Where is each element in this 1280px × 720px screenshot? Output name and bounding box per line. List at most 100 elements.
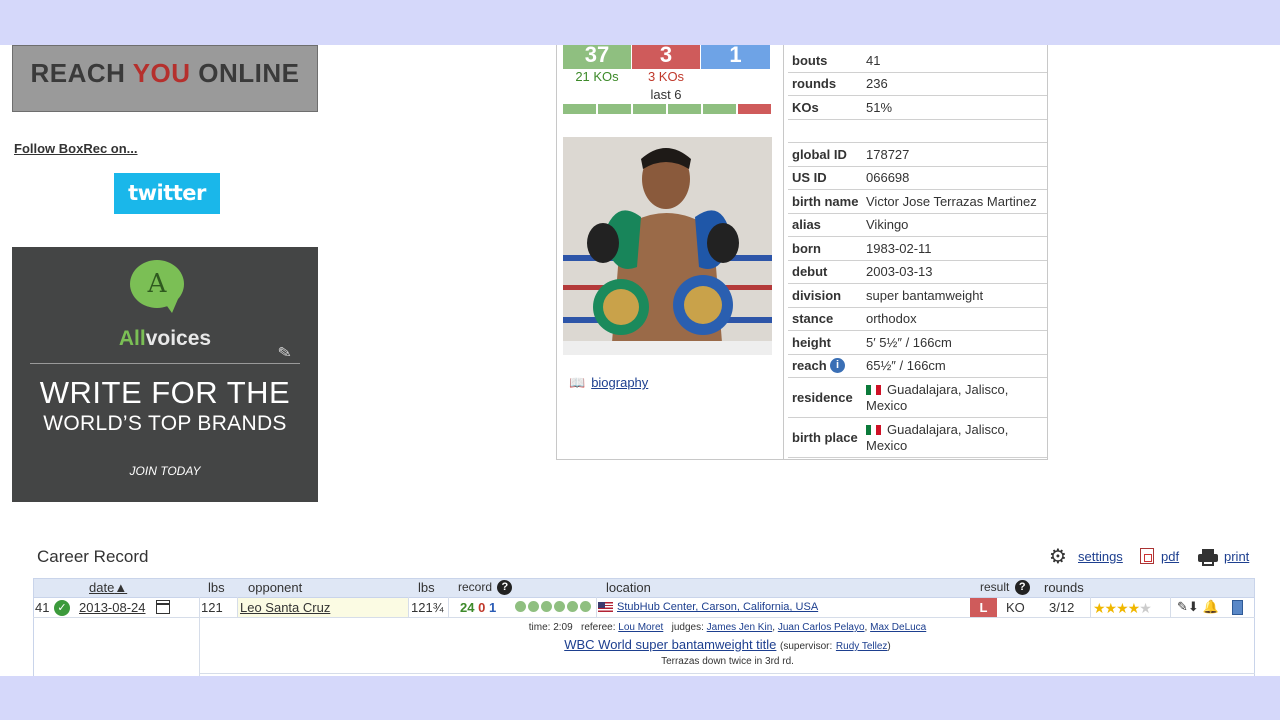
last6-win-segment [598, 104, 631, 114]
ad-headline-2: WORLD’S TOP BRANDS [43, 412, 287, 435]
panel-divider [783, 45, 784, 459]
allvoices-logo-letter: A [147, 269, 167, 299]
row-actions[interactable]: ✎⬇ 🔔 [1177, 599, 1219, 615]
supervisor-link[interactable]: Rudy Tellez [836, 641, 888, 652]
info-value: Guadalajara, Jalisco, Mexico [866, 381, 1009, 413]
mexico-flag-icon [866, 385, 881, 396]
info-row: alias Vikingo [788, 214, 1047, 237]
judge-link[interactable]: Juan Carlos Pelayo [778, 622, 865, 633]
info-row: residence Guadalajara, Jalisco, Mexico [788, 378, 1047, 418]
info-value: Vikingo [866, 217, 909, 233]
last6-win-segment [563, 104, 596, 114]
header-opponent-lbs: lbs [418, 580, 435, 595]
bout-weight: 121 [201, 600, 223, 615]
info-key: born [792, 240, 821, 256]
info-row: reach i 65½″ / 166cm [788, 355, 1047, 378]
info-value: 236 [866, 76, 888, 92]
record-draws: 1 [701, 44, 770, 69]
header-opponent: opponent [248, 580, 303, 595]
info-key: division [792, 287, 842, 303]
info-row: US ID 066698 [788, 167, 1047, 190]
printer-icon[interactable] [1198, 549, 1218, 566]
top-band [0, 0, 1280, 45]
info-key: birth place [792, 430, 858, 445]
referee-link[interactable]: Lou Moret [618, 622, 663, 633]
ticket-icon[interactable] [1232, 600, 1243, 615]
info-key: reach [792, 358, 827, 374]
header-location: location [606, 580, 651, 595]
follow-boxrec-label[interactable]: Follow BoxRec on... [14, 141, 138, 156]
title-link[interactable]: WBC World super bantamweight title [564, 637, 776, 652]
settings-gear-icon[interactable]: ⚙ [1049, 547, 1067, 567]
help-icon[interactable]: ? [497, 580, 513, 596]
mexico-flag-icon [866, 425, 881, 436]
judge-link[interactable]: James Jen Kin [707, 622, 773, 633]
print-link[interactable]: print [1224, 549, 1249, 564]
row-divider [33, 617, 1255, 618]
last6-win-segment [703, 104, 736, 114]
info-key: residence [792, 390, 853, 405]
info-value: 41 [866, 52, 881, 68]
info-key: rounds [792, 76, 837, 92]
info-row: debut 2003-03-13 [788, 261, 1047, 284]
col-divider [408, 597, 409, 617]
losses-by-ko: 3 KOs [647, 69, 685, 84]
allvoices-ad[interactable]: A Allvoices ✎ WRITE FOR THE WORLD’S TOP … [12, 247, 318, 502]
bell-icon[interactable]: 🔔 [1202, 599, 1218, 614]
opponent-link[interactable]: Leo Santa Cruz [240, 600, 330, 615]
ad-headline-1: WRITE FOR THE [39, 375, 291, 410]
sort-by-date[interactable]: date▲ [89, 580, 127, 595]
boxer-photo [563, 137, 772, 355]
bout-number: 41 [35, 600, 50, 615]
result-method: KO [1006, 600, 1025, 615]
allvoices-logo-tail [162, 299, 178, 313]
opponent-last6-dots [515, 601, 591, 612]
info-row: birth name Victor Jose Terrazas Martinez [788, 190, 1047, 214]
col-divider [1170, 597, 1171, 617]
info-key: bouts [792, 52, 828, 68]
header-record: record ? [458, 580, 513, 596]
info-key: alias [792, 217, 821, 233]
boxer-photo-illustration [563, 137, 772, 355]
info-value: 5′ 5½″ / 166cm [866, 334, 952, 350]
last6-loss-segment [738, 104, 771, 114]
info-value: super bantamweight [866, 287, 984, 303]
pdf-link[interactable]: pdf [1161, 549, 1179, 564]
pdf-icon[interactable] [1140, 548, 1154, 564]
boxer-profile-panel: 37 3 1 21 KOs 3 KOs last 6 📖 biography bo… [556, 44, 1048, 460]
judge-link[interactable]: Max DeLuca [870, 622, 926, 633]
ad-join-today[interactable]: JOIN TODAY [12, 464, 318, 478]
download-arrow-icon[interactable]: ⬇ [1188, 599, 1199, 614]
col-divider [596, 597, 597, 617]
info-row: division super bantamweight [788, 284, 1047, 308]
info-value: 178727 [866, 146, 910, 162]
header-result: result ? [980, 580, 1030, 596]
help-icon[interactable]: ? [1014, 580, 1030, 596]
settings-link[interactable]: settings [1078, 549, 1123, 564]
col-divider [448, 597, 449, 617]
biography-link[interactable]: biography [591, 375, 648, 390]
row-divider [199, 673, 1255, 674]
record-wins: 37 [563, 44, 631, 69]
banner-ad-reach-you-online[interactable]: REACH YOU ONLINE [12, 45, 318, 112]
biography-link-row[interactable]: 📖 biography [569, 375, 648, 391]
bout-date-link[interactable]: 2013-08-24 [79, 600, 146, 615]
info-value-wrap: Guadalajara, Jalisco, Mexico [866, 382, 1047, 414]
ad-divider [30, 363, 300, 364]
col-divider [1090, 597, 1091, 617]
twitter-button[interactable]: twitter [114, 173, 220, 214]
info-value: 51% [866, 99, 893, 115]
allvoices-brand: Allvoices [118, 327, 212, 350]
result-badge: L [970, 598, 997, 617]
bout-location[interactable]: StubHub Center, Carson, California, USA [598, 601, 818, 613]
bout-note: Terrazas down twice in 3rd rd. [661, 656, 794, 667]
calendar-icon[interactable] [156, 600, 170, 614]
bout-rounds: 3/12 [1049, 600, 1075, 615]
info-row: birth place Guadalajara, Jalisco, Mexico [788, 418, 1047, 458]
record-losses: 3 [632, 44, 700, 69]
sort-arrow-icon: ▲ [114, 580, 128, 595]
edit-icon[interactable]: ✎ [1177, 599, 1188, 614]
info-value: 066698 [866, 170, 910, 186]
last-6-results-bar [563, 104, 771, 114]
us-flag-icon [598, 602, 613, 613]
